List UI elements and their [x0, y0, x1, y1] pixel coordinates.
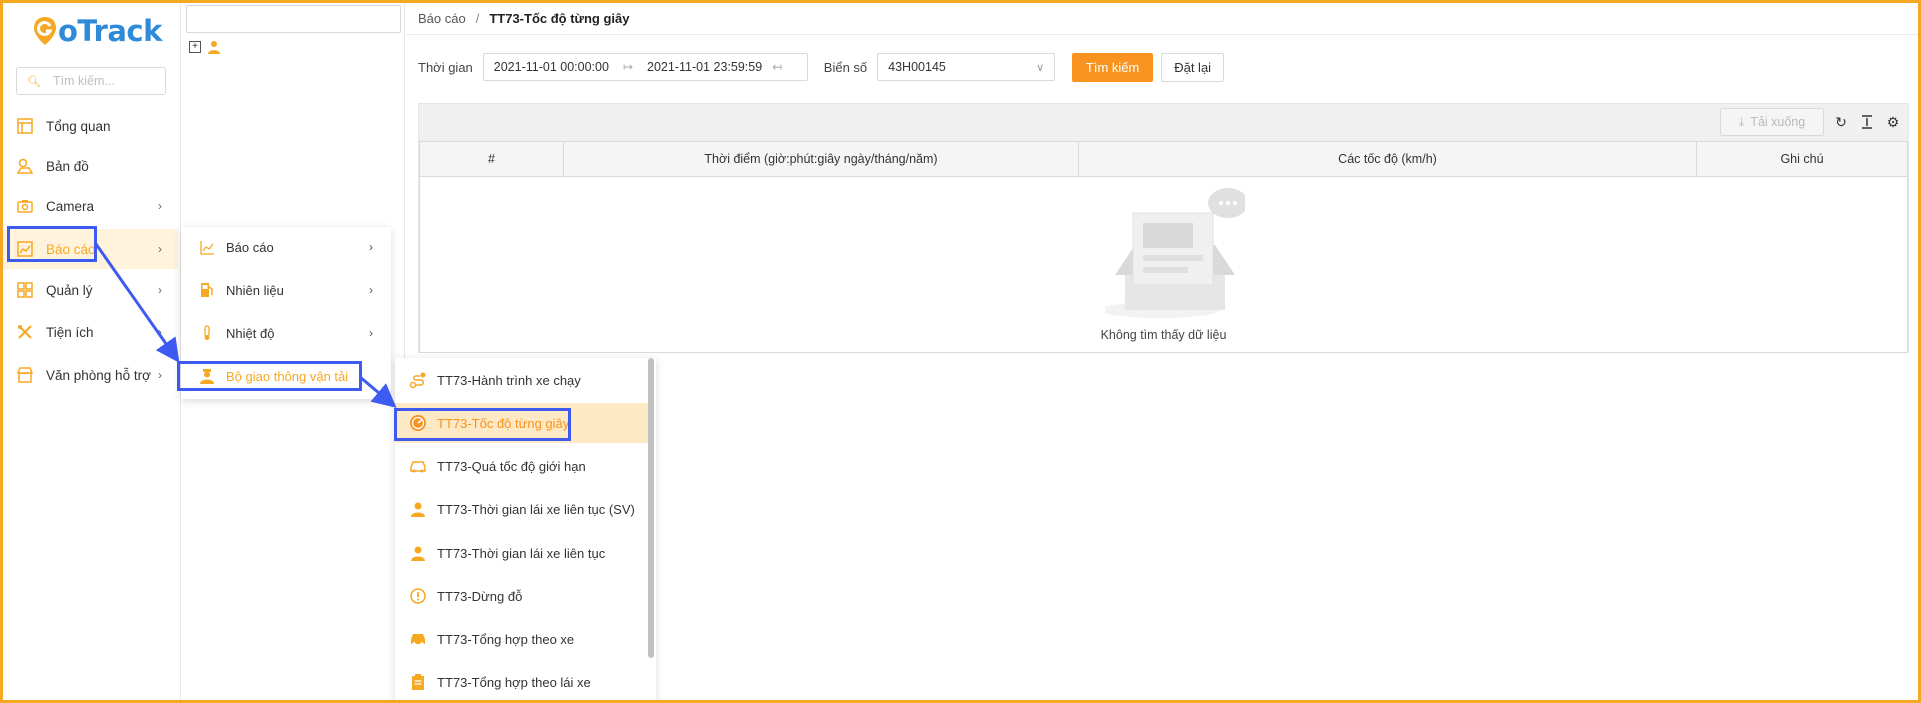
annotation-arrow-2 [359, 375, 397, 408]
annotation-arrows [94, 243, 397, 408]
annotation-arrow-1 [94, 243, 180, 363]
